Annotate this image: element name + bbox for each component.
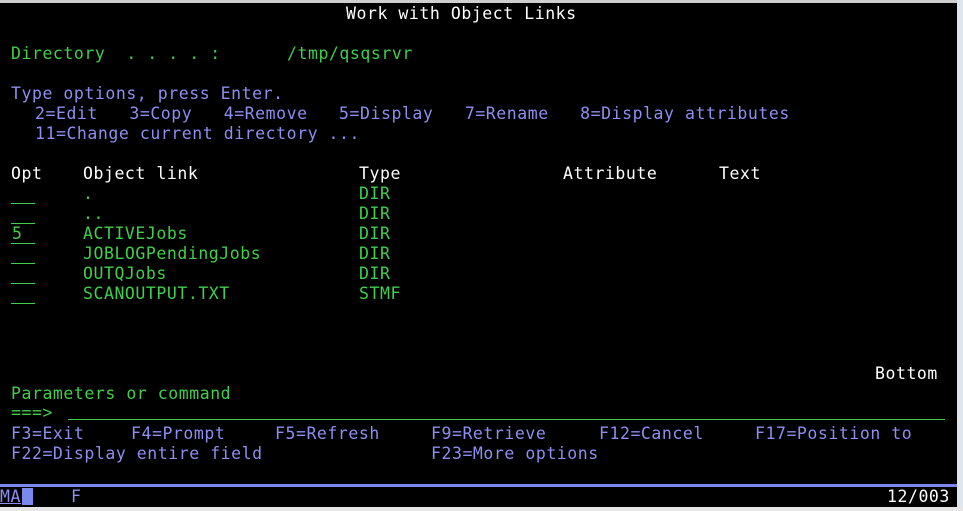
column-header-object-link: Object link xyxy=(83,164,199,183)
option-input[interactable] xyxy=(11,244,35,264)
cursor-position: 12/003 xyxy=(887,487,950,506)
object-type: DIR xyxy=(359,204,391,223)
object-type: DIR xyxy=(359,184,391,203)
option-input[interactable] xyxy=(11,204,35,224)
options-legend-line1: 2=Edit 3=Copy 4=Remove 5=Display 7=Renam… xyxy=(35,104,790,123)
object-link-name: ACTIVEJobs xyxy=(83,224,188,243)
option-input[interactable] xyxy=(11,264,35,284)
fkey-f9-retrieve[interactable]: F9=Retrieve xyxy=(431,424,546,444)
column-header-attribute: Attribute xyxy=(563,164,658,183)
window-bottom-border xyxy=(0,507,963,511)
screen-title: Work with Object Links xyxy=(346,4,577,23)
object-link-name: . xyxy=(83,184,94,203)
option-input[interactable] xyxy=(11,184,35,204)
column-header-text: Text xyxy=(719,164,761,183)
column-header-type: Type xyxy=(359,164,401,183)
object-link-name: .. xyxy=(83,204,104,223)
fkey-f4-prompt[interactable]: F4=Prompt xyxy=(131,424,225,444)
option-input[interactable]: 5 xyxy=(11,224,35,244)
cursor-block xyxy=(22,488,33,505)
object-link-name: JOBLOGPendingJobs xyxy=(83,244,262,263)
operator-info-area xyxy=(0,487,957,507)
fkey-f12-cancel[interactable]: F12=Cancel xyxy=(599,424,704,444)
option-input[interactable] xyxy=(11,284,35,304)
status-indicator: F xyxy=(71,487,82,506)
command-prompt: ===> xyxy=(11,403,53,422)
list-position-indicator: Bottom xyxy=(875,364,938,383)
object-link-name: SCANOUTPUT.TXT xyxy=(83,284,230,303)
options-legend-line2: 11=Change current directory ... xyxy=(35,124,360,143)
object-type: DIR xyxy=(359,244,391,263)
object-type: STMF xyxy=(359,284,401,303)
directory-label: Directory . . . . : xyxy=(11,44,221,63)
object-link-name: OUTQJobs xyxy=(83,264,167,283)
fkey-f17-position-to[interactable]: F17=Position to xyxy=(755,424,912,444)
fkey-f22-display-entire-field[interactable]: F22=Display entire field xyxy=(11,444,263,464)
column-header-opt: Opt xyxy=(11,164,43,183)
fkey-f23-more-options[interactable]: F23=More options xyxy=(431,444,599,464)
directory-value: /tmp/qsqsrvr xyxy=(287,44,413,63)
fkey-f3-exit[interactable]: F3=Exit xyxy=(11,424,84,444)
parameters-label: Parameters or command xyxy=(11,384,232,403)
fkey-f5-refresh[interactable]: F5=Refresh xyxy=(275,424,380,444)
window-right-border xyxy=(957,0,963,511)
instructions-text: Type options, press Enter. xyxy=(11,84,284,103)
object-type: DIR xyxy=(359,224,391,243)
session-mode-indicator: MA xyxy=(0,487,21,506)
command-input-underline xyxy=(68,419,945,420)
object-type: DIR xyxy=(359,264,391,283)
